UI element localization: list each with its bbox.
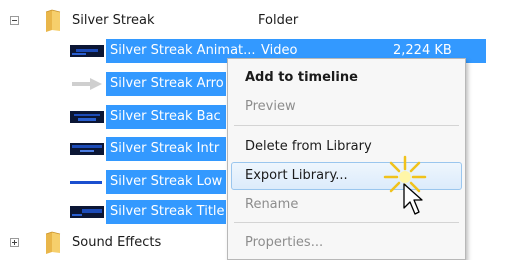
folder-name[interactable]: Sound Effects [72,233,161,253]
folder-name[interactable]: Silver Streak [72,11,155,31]
blue-video-thumbnail-icon [70,45,104,57]
arrow-graphic-icon [72,78,102,90]
folder-type: Folder [258,13,299,28]
folder-icon [45,9,61,32]
collapse-toggle[interactable] [10,16,19,25]
menu-separator [234,222,459,223]
item-name[interactable]: Silver Streak Bac [110,107,221,127]
item-name[interactable]: Silver Streak Title [110,202,225,222]
folder-icon [45,231,61,254]
item-name[interactable]: Silver Streak Arro [110,74,224,94]
menu-item-properties[interactable]: Properties... [228,230,465,256]
blue-video-thumbnail-icon [70,111,104,123]
menu-item-add-to-timeline[interactable]: Add to timeline [228,65,465,91]
item-name[interactable]: Silver Streak Intr [110,139,219,159]
menu-item-preview[interactable]: Preview [228,94,465,120]
menu-item-delete-from-library[interactable]: Delete from Library [228,134,465,160]
menu-item-rename[interactable]: Rename [228,192,465,218]
mouse-cursor-icon [403,183,423,215]
item-name[interactable]: Silver Streak Low [110,172,222,192]
menu-item-export-library[interactable]: Export Library... [228,163,465,189]
context-menu: Add to timeline Preview Delete from Libr… [227,58,466,260]
menu-separator [234,125,459,126]
blue-video-thumbnail-icon [70,206,104,218]
blue-video-thumbnail-icon [70,143,104,155]
lower-third-bar-icon [70,181,102,184]
expand-toggle[interactable] [10,238,19,247]
